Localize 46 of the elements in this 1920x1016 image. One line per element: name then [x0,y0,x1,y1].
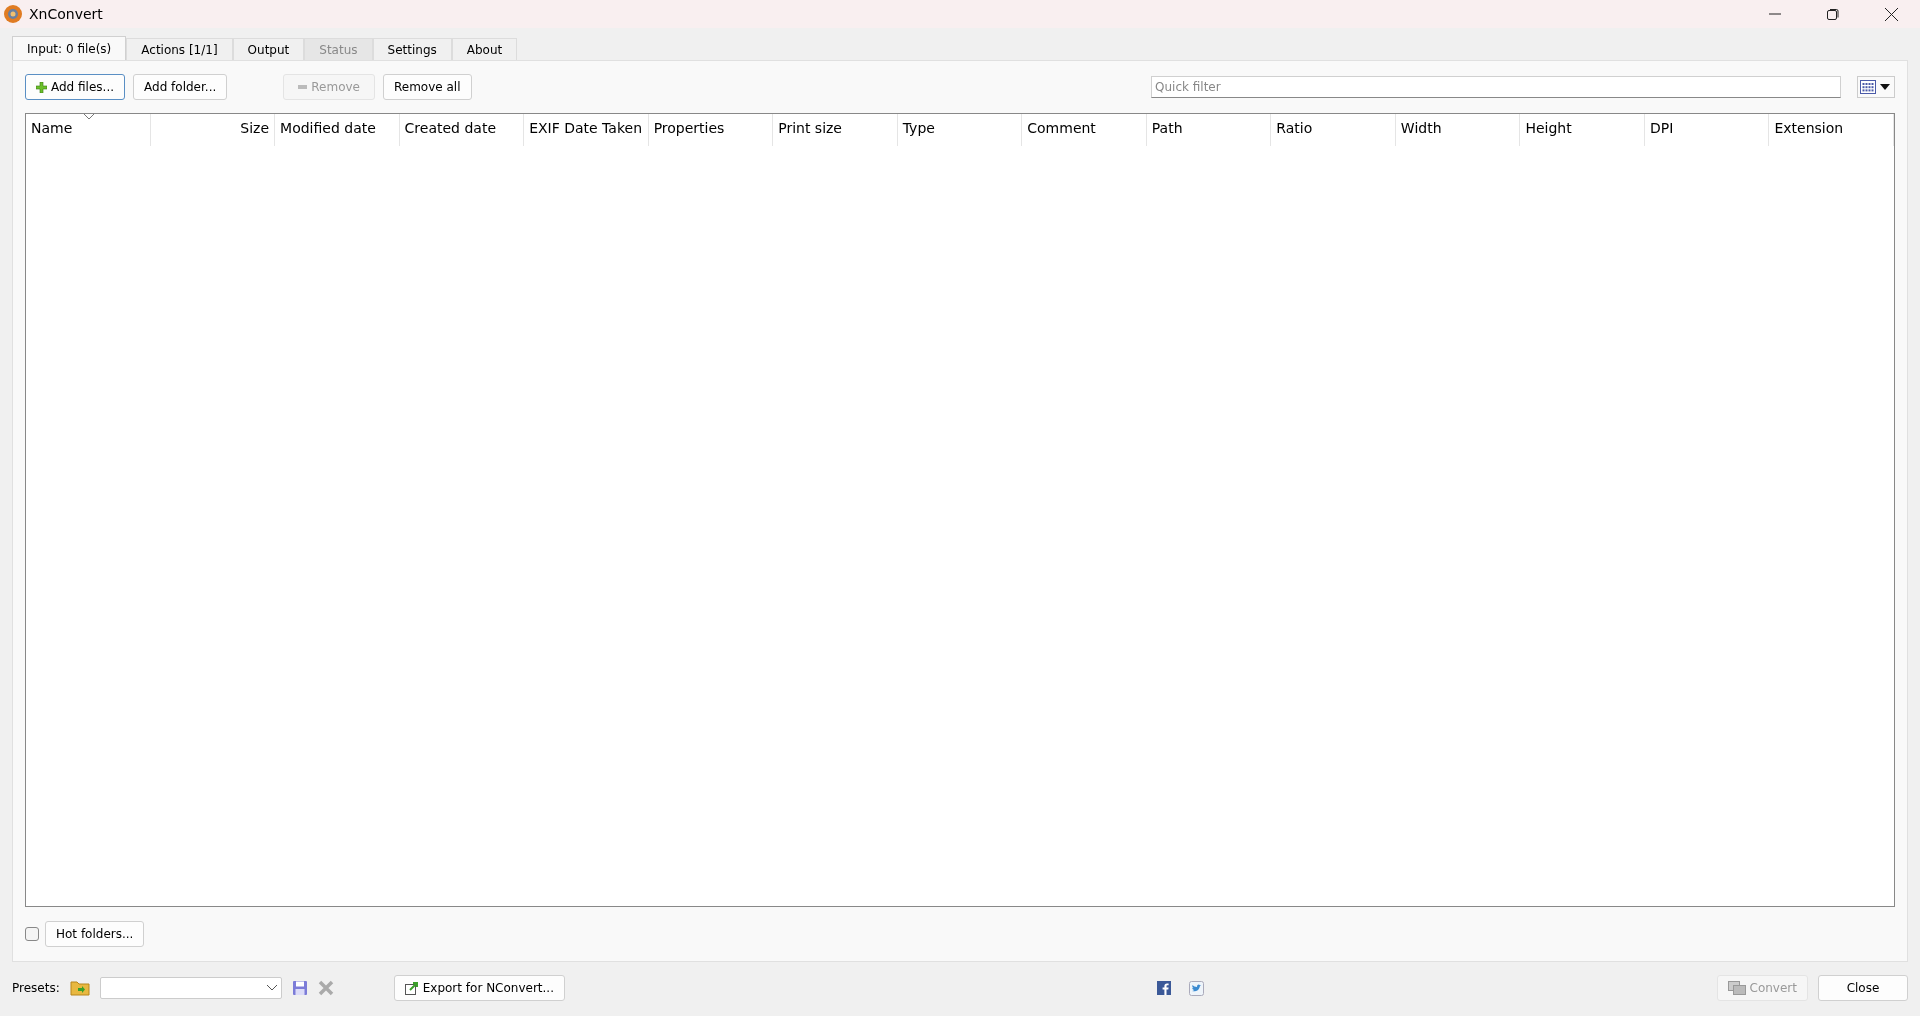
column-header[interactable]: Height [1520,114,1645,146]
tab[interactable]: Actions [1/1] [126,38,233,60]
column-header[interactable]: Created date [399,114,525,146]
grid-icon [1860,80,1876,94]
column-header[interactable]: Properties [648,114,774,146]
column-header[interactable]: EXIF Date Taken [524,114,649,146]
close-button[interactable]: Close [1818,975,1908,1001]
tab[interactable]: About [451,38,518,60]
column-header[interactable]: Extension [1769,114,1894,146]
column-header[interactable]: Size [150,114,276,146]
column-header[interactable]: Modified date [275,114,400,146]
save-icon[interactable] [291,980,308,996]
folder-icon[interactable] [69,980,90,996]
export-nconvert-button[interactable]: Export for NConvert... [393,975,565,1001]
bird-icon[interactable] [1189,980,1205,996]
column-header[interactable]: Print size [773,114,898,146]
remove-all-button[interactable]: Remove all [382,74,472,100]
tab[interactable]: Input: 0 file(s) [12,36,127,60]
column-header[interactable]: Width [1395,114,1521,146]
restore-icon [1827,8,1839,20]
column-header[interactable]: Name [26,114,151,146]
tab[interactable]: Output [232,38,305,60]
hot-folders-checkbox[interactable] [25,927,39,941]
column-header[interactable]: Type [897,114,1023,146]
add-files-button[interactable]: Add files... [25,74,126,100]
delete-icon[interactable] [317,980,334,996]
add-folder-button[interactable]: Add folder... [133,74,228,100]
tab[interactable]: Settings [372,38,452,60]
close-icon [1884,7,1898,21]
column-header[interactable]: DPI [1644,114,1770,146]
window-title: XnConvert [29,6,104,22]
images-icon [1727,981,1746,995]
column-view-button[interactable] [1857,76,1895,98]
dropdown-arrow-icon [1880,84,1890,90]
hot-folders-button[interactable]: Hot folders... [45,921,145,947]
column-header[interactable]: Path [1146,114,1272,146]
export-icon [404,981,419,995]
presets-label: Presets: [12,981,60,995]
column-header[interactable]: Comment [1022,114,1147,146]
facebook-icon[interactable] [1157,980,1172,995]
minus-icon [298,85,308,89]
chevron-down-icon [266,985,277,991]
app-logo-icon [3,4,23,24]
plus-icon [36,81,47,93]
quick-filter-field[interactable]: Quick filter [1151,76,1841,98]
column-header[interactable]: Ratio [1271,114,1396,146]
